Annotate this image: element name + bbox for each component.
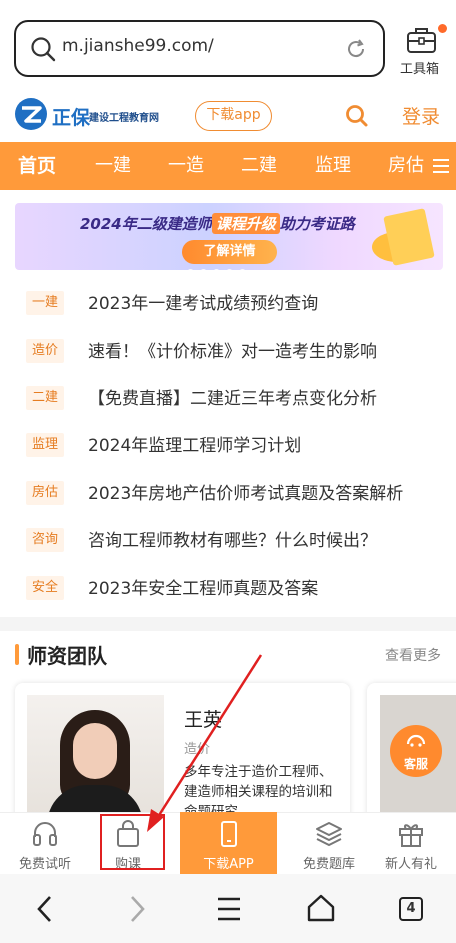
banner-title-suffix: 助力考证路: [279, 215, 355, 233]
pagination-dot[interactable]: [187, 269, 194, 276]
logo-subtitle: 建设工程教育网: [89, 113, 159, 124]
url-text[interactable]: m.jianshe99.com/: [62, 36, 214, 56]
section-divider: [0, 617, 456, 631]
banner-title-prefix: 2024年二级建造师: [80, 215, 212, 233]
news-tag: 监理: [26, 433, 65, 457]
download-app-button[interactable]: 下载app: [195, 101, 272, 131]
news-item[interactable]: 咨询 咨询工程师教材有哪些？什么时候出？: [0, 519, 456, 559]
news-tag: 安全: [26, 576, 65, 600]
home-icon[interactable]: [306, 893, 336, 923]
news-title[interactable]: 2023年一建考试成绩预约查询: [88, 289, 318, 314]
annotation-highlight-box: [100, 814, 165, 870]
pagination-dot[interactable]: [239, 269, 246, 276]
nav-item-fanggu[interactable]: 房估: [388, 142, 424, 190]
back-icon[interactable]: [34, 894, 56, 924]
nav-item-home[interactable]: 首页: [18, 142, 56, 190]
tab-label: 免费题库: [302, 857, 355, 872]
toolbox-label[interactable]: 工具箱: [400, 58, 439, 77]
pagination-dot[interactable]: [213, 269, 220, 276]
tab-label: 新人有礼: [384, 857, 437, 872]
tab-count-button[interactable]: 4: [399, 897, 423, 921]
news-title[interactable]: 2023年房地产估价师考试真题及答案解析: [88, 479, 403, 504]
news-title[interactable]: 【免费直播】二建近三年考点变化分析: [88, 384, 377, 409]
nav-item-yijian[interactable]: 一建: [95, 142, 131, 190]
news-item[interactable]: 房估 2023年房地产估价师考试真题及答案解析: [0, 472, 456, 512]
headset-icon: [406, 734, 426, 747]
layers-icon: [316, 822, 342, 847]
category-nav: 首页 一建 一造 二建 监理 房估: [0, 142, 456, 190]
see-more-link[interactable]: 查看更多: [385, 645, 441, 665]
news-tag: 二建: [26, 386, 65, 410]
search-icon: [31, 37, 56, 62]
teacher-subject: 造价: [184, 742, 211, 757]
news-tag: 造价: [26, 339, 65, 363]
forward-icon[interactable]: [126, 894, 148, 924]
news-item[interactable]: 安全 2023年安全工程师真题及答案: [0, 567, 456, 607]
nav-item-yizao[interactable]: 一造: [168, 142, 204, 190]
news-title[interactable]: 速看！《计价标准》对一造考生的影响: [88, 337, 377, 362]
teacher-photo: [27, 695, 164, 815]
reload-icon[interactable]: [345, 38, 367, 60]
banner-title: 2024年二级建造师 课程升级 助力考证路: [80, 213, 355, 234]
notification-dot: [438, 24, 447, 33]
news-title[interactable]: 2023年安全工程师真题及答案: [88, 574, 318, 599]
teacher-name: 王英: [184, 709, 223, 731]
nav-item-jianli[interactable]: 监理: [315, 142, 351, 190]
site-logo-icon[interactable]: [14, 97, 48, 131]
news-tag: 咨询: [26, 528, 65, 552]
tab-free-trial[interactable]: 免费试听: [5, 812, 85, 874]
menu-icon[interactable]: [432, 157, 450, 175]
news-tag: 房估: [26, 481, 65, 505]
tab-label: 免费试听: [18, 857, 71, 872]
logo-brand[interactable]: 正保: [52, 103, 90, 130]
toolbox-icon[interactable]: [406, 26, 438, 54]
news-item[interactable]: 监理 2024年监理工程师学习计划: [0, 424, 456, 464]
headphones-icon: [33, 822, 57, 846]
nav-item-erjian[interactable]: 二建: [241, 142, 277, 190]
tab-question-bank[interactable]: 免费题库: [289, 812, 369, 874]
news-item[interactable]: 一建 2023年一建考试成绩预约查询: [0, 282, 456, 322]
login-link[interactable]: 登录: [402, 102, 440, 129]
site-search-icon[interactable]: [345, 104, 369, 128]
pagination-dot[interactable]: [200, 269, 207, 276]
customer-service-label: 客服: [403, 757, 428, 771]
tab-label: 下载APP: [203, 857, 254, 872]
news-tag: 一建: [26, 291, 65, 315]
gift-icon: [399, 824, 423, 847]
pagination-dot[interactable]: [226, 269, 233, 276]
banner-pagination: [187, 261, 252, 280]
news-title[interactable]: 咨询工程师教材有哪些？什么时候出？: [88, 526, 377, 551]
tab-download-app[interactable]: 下载APP: [180, 812, 277, 874]
menu-lines-icon[interactable]: [216, 896, 242, 922]
news-item[interactable]: 二建 【免费直播】二建近三年考点变化分析: [0, 377, 456, 417]
news-item[interactable]: 造价 速看！《计价标准》对一造考生的影响: [0, 330, 456, 370]
section-title: 师资团队: [27, 644, 107, 668]
banner-title-highlight: 课程升级: [211, 213, 280, 234]
tab-new-user-gift[interactable]: 新人有礼: [371, 812, 451, 874]
phone-icon: [221, 821, 237, 847]
section-accent-bar: [15, 644, 19, 665]
customer-service-button[interactable]: 客服: [390, 725, 442, 777]
news-title[interactable]: 2024年监理工程师学习计划: [88, 431, 301, 456]
